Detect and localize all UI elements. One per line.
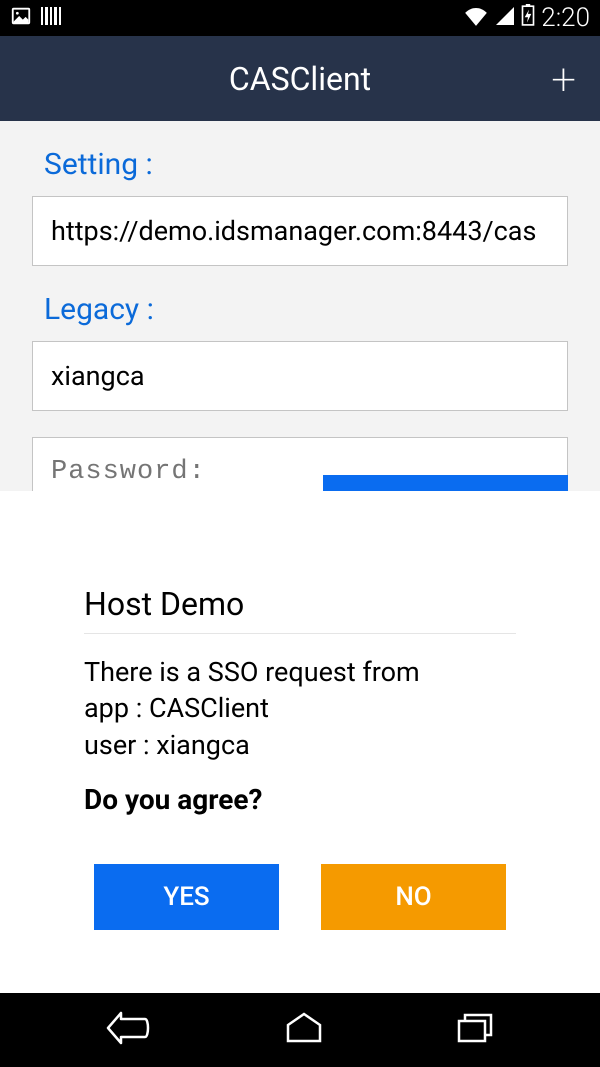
dialog-title: Host Demo	[84, 585, 516, 634]
form-content: Setting : Legacy :	[0, 121, 600, 533]
setting-input[interactable]	[32, 196, 568, 266]
back-icon[interactable]	[105, 1009, 153, 1051]
dialog-line1: There is a SSO request from	[84, 654, 516, 690]
dialog-buttons: YES NO	[84, 864, 516, 930]
setting-label: Setting :	[44, 147, 568, 182]
dialog-line3: user : xiangca	[84, 727, 516, 763]
battery-icon	[521, 3, 535, 33]
status-time: 2:20	[541, 3, 590, 33]
legacy-input[interactable]	[32, 341, 568, 411]
status-bar: 2:20	[0, 0, 600, 36]
barcode-icon	[40, 5, 64, 31]
dialog-question: Do you agree?	[84, 783, 516, 816]
app-bar: CASClient +	[0, 36, 600, 121]
wifi-icon	[463, 3, 489, 33]
dialog-body: There is a SSO request from app : CASCli…	[84, 654, 516, 763]
legacy-label: Legacy :	[44, 292, 568, 327]
signal-icon	[495, 3, 515, 33]
dialog-line2: app : CASClient	[84, 690, 516, 726]
navigation-bar	[0, 993, 600, 1067]
app-title: CASClient	[229, 60, 371, 98]
confirmation-dialog: Host Demo There is a SSO request from ap…	[0, 491, 600, 993]
add-button[interactable]: +	[551, 57, 576, 101]
home-icon[interactable]	[282, 1009, 326, 1051]
no-button[interactable]: NO	[321, 864, 506, 930]
recents-icon[interactable]	[455, 1009, 495, 1051]
image-icon	[10, 5, 32, 31]
yes-button[interactable]: YES	[94, 864, 279, 930]
